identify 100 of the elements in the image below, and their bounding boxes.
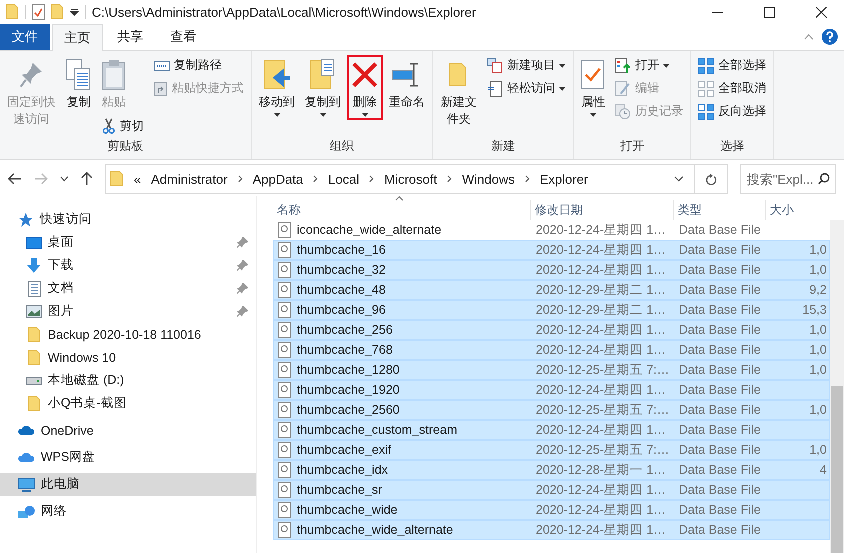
down-arrow-icon xyxy=(26,258,42,274)
file-name: thumbcache_1280 xyxy=(297,363,400,377)
scrollbar-thumb[interactable] xyxy=(831,386,843,553)
ribbon-tab[interactable]: 查看 xyxy=(158,24,209,50)
file-name: thumbcache_32 xyxy=(297,263,386,277)
caret-icon xyxy=(274,112,281,117)
breadcrumb[interactable]: AppData xyxy=(252,172,304,186)
sidebar-item[interactable]: Backup 2020-10-18 110016 xyxy=(0,323,256,346)
help-icon[interactable] xyxy=(822,29,838,45)
breadcrumb[interactable]: Administrator xyxy=(151,172,228,186)
sidebar-item[interactable]: 网络 xyxy=(0,500,256,523)
close-icon xyxy=(816,6,826,18)
chevron-down-icon[interactable] xyxy=(60,176,69,182)
chevron-right-icon[interactable] xyxy=(447,175,452,183)
chevron-right-icon[interactable] xyxy=(313,175,318,183)
scrollbar[interactable] xyxy=(830,220,844,553)
ribbon-button[interactable]: 全部取消 xyxy=(694,78,770,99)
ribbon-button[interactable]: 反向选择 xyxy=(694,101,770,122)
column-header[interactable]: 名称 xyxy=(273,200,531,220)
date-cell-text: 2020-12-29-星期二 1… xyxy=(535,302,668,318)
ribbon-button[interactable]: 移动到 xyxy=(255,55,300,120)
collapse-ribbon-icon[interactable] xyxy=(804,34,814,40)
ribbon-button[interactable]: 复制路径 xyxy=(150,55,226,76)
ribbon-button[interactable]: 轻松访问 xyxy=(483,78,570,99)
network-icon xyxy=(18,506,35,518)
monitor-icon xyxy=(18,478,35,492)
size-cell-text: 4 xyxy=(819,463,828,477)
ribbon-button[interactable]: 新建文件夹 xyxy=(436,55,482,131)
file-row[interactable]: thumbcache_96 2020-12-29-星期二 1… Data Base File 15,3 xyxy=(273,300,830,320)
clock-icon xyxy=(615,104,632,120)
chevron-right-icon[interactable] xyxy=(524,175,530,183)
file-name: iconcache_wide_alternate xyxy=(297,223,442,237)
file-icon xyxy=(278,342,291,358)
file-row[interactable]: thumbcache_2560 2020-12-25-星期五 7:… Data Base File 1,0 xyxy=(273,400,830,420)
folder-icon xyxy=(6,4,19,20)
file-row[interactable]: thumbcache_custom_stream 2020-12-24-星期四 1… Data Base File xyxy=(273,420,830,440)
ribbon-button[interactable]: 重命名 xyxy=(385,55,430,114)
column-header[interactable]: 修改日期 xyxy=(531,200,674,220)
column-header[interactable]: 类型 xyxy=(674,200,766,220)
sidebar-item[interactable]: OneDrive xyxy=(0,419,256,442)
up-arrow-icon[interactable] xyxy=(81,172,93,186)
file-row[interactable]: iconcache_wide_alternate 2020-12-24-星期四 1… Data Base File xyxy=(273,220,830,240)
search-icon xyxy=(818,173,830,185)
folder-arrow-icon xyxy=(262,59,292,91)
ribbon-button[interactable]: 打开 xyxy=(611,55,674,76)
type-cell-text: Data Base File xyxy=(678,303,762,317)
breadcrumb[interactable]: Explorer xyxy=(540,172,588,186)
ribbon-tab[interactable]: 共享 xyxy=(105,24,156,50)
ribbon-button[interactable]: 剪切 xyxy=(98,116,148,137)
ribbon-tab[interactable]: 主页 xyxy=(52,24,103,51)
breadcrumb[interactable]: Windows xyxy=(462,172,515,186)
ribbon-button[interactable]: 复制到 xyxy=(301,55,346,120)
file-name: thumbcache_768 xyxy=(297,343,393,357)
file-row[interactable]: thumbcache_256 2020-12-24-星期四 1… Data Base File 1,0 xyxy=(273,320,830,340)
chevron-right-icon[interactable] xyxy=(238,175,243,183)
ribbon-button[interactable]: 属性 xyxy=(577,55,610,120)
sidebar-item[interactable]: 小Q书桌-截图 xyxy=(0,392,256,415)
refresh-icon[interactable] xyxy=(705,172,717,186)
sidebar-item[interactable]: 桌面 xyxy=(0,231,256,254)
breadcrumb[interactable]: Microsoft xyxy=(384,172,438,186)
breadcrumb[interactable]: Local xyxy=(328,172,360,186)
sidebar-item[interactable]: 图片 xyxy=(0,300,256,323)
sidebar-item[interactable]: 文档 xyxy=(0,277,256,300)
ribbon-button[interactable]: 删除 xyxy=(347,55,384,120)
file-row[interactable]: thumbcache_idx 2020-12-28-星期一 1… Data Base File 4 xyxy=(273,460,830,480)
file-row[interactable]: thumbcache_1920 2020-12-24-星期四 1… Data Base File xyxy=(273,380,830,400)
file-tab[interactable]: 文件 xyxy=(0,24,50,50)
ribbon-button[interactable]: 全部选择 xyxy=(694,55,770,76)
chevron-right-icon[interactable] xyxy=(369,175,374,183)
date-cell-text: 2020-12-24-星期四 1… xyxy=(535,522,668,538)
caret-icon xyxy=(320,112,327,117)
file-row[interactable]: thumbcache_48 2020-12-29-星期二 1… Data Base File 9,2 xyxy=(273,280,830,300)
file-row[interactable]: thumbcache_768 2020-12-24-星期四 1… Data Base File 1,0 xyxy=(273,340,830,360)
sidebar-item[interactable]: 下载 xyxy=(0,254,256,277)
sidebar-item[interactable]: 快速访问 xyxy=(0,208,256,231)
file-row[interactable]: thumbcache_wide_alternate 2020-12-24-星期四 1… Data Base File xyxy=(273,520,830,540)
column-header[interactable]: 大小 xyxy=(766,200,830,220)
file-row[interactable]: thumbcache_32 2020-12-24-星期四 1… Data Base File 1,0 xyxy=(273,260,830,280)
chevron-down-icon[interactable] xyxy=(674,176,684,182)
file-icon xyxy=(278,482,291,498)
date-cell-text: 2020-12-28-星期一 1… xyxy=(535,462,668,478)
checkmark-page-icon xyxy=(581,60,606,90)
sidebar-item[interactable]: 此电脑 xyxy=(0,473,256,496)
address-bar[interactable]: « Administrator AppData Local Microsoft Windows Explorer xyxy=(105,164,728,194)
file-row[interactable]: thumbcache_wide 2020-12-24-星期四 1… Data Base File xyxy=(273,500,830,520)
file-row[interactable]: thumbcache_exif 2020-12-25-星期五 7:… Data Base File 1,0 xyxy=(273,440,830,460)
overflow-chevron[interactable]: « xyxy=(134,172,142,186)
size-cell-text: 15,3 xyxy=(802,303,828,317)
sidebar-item[interactable]: 本地磁盘 (D:) xyxy=(0,369,256,392)
dropdown-icon[interactable] xyxy=(70,8,79,16)
drive-icon xyxy=(26,376,42,384)
search-field[interactable]: 搜索"Expl... xyxy=(740,164,836,194)
file-row[interactable]: thumbcache_sr 2020-12-24-星期四 1… Data Base File xyxy=(273,480,830,500)
file-row[interactable]: thumbcache_16 2020-12-24-星期四 1… Data Base File 1,0 xyxy=(273,240,830,260)
ribbon-button[interactable]: 复制 xyxy=(62,55,96,114)
sidebar-item[interactable]: WPS网盘 xyxy=(0,446,256,469)
file-row[interactable]: thumbcache_1280 2020-12-25-星期五 7:… Data Base File 1,0 xyxy=(273,360,830,380)
sidebar-item[interactable]: Windows 10 xyxy=(0,346,256,369)
ribbon-button[interactable]: 新建项目 xyxy=(483,55,570,76)
back-arrow-icon[interactable] xyxy=(8,173,22,185)
